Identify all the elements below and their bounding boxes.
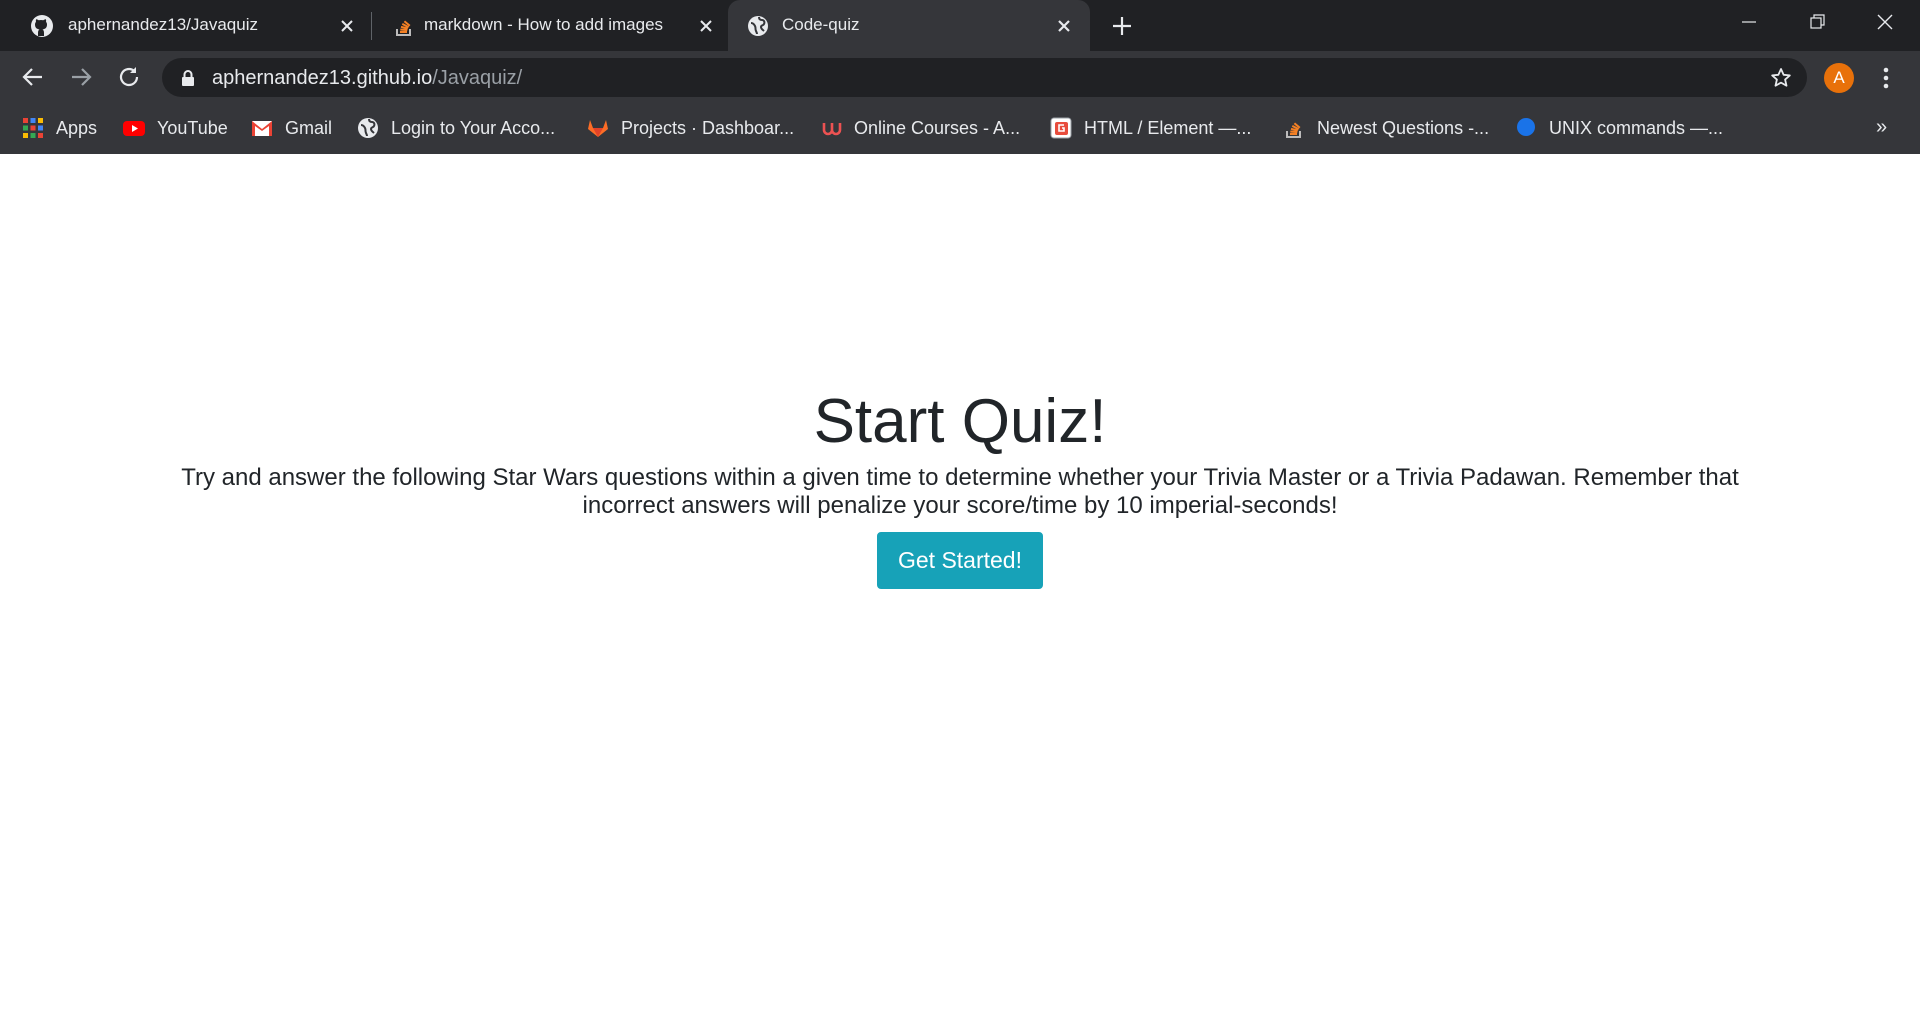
bookmark-element[interactable]: HTML / Element —... (1050, 115, 1251, 141)
bookmark-udemy[interactable]: Online Courses - A... (820, 115, 1020, 141)
bookmark-youtube[interactable]: YouTube (123, 115, 228, 141)
bookmark-label: UNIX commands —... (1549, 117, 1724, 138)
back-arrow-icon[interactable] (19, 63, 47, 91)
bookmark-label: Newest Questions -... (1317, 117, 1490, 138)
bookmark-label: Login to Your Acco... (391, 117, 556, 138)
get-started-button[interactable]: Get Started! (877, 532, 1043, 589)
udemy-icon (822, 123, 842, 136)
browser-toolbar: aphernandez13.github.io/Javaquiz/ A (0, 51, 1920, 103)
close-icon[interactable] (335, 14, 359, 38)
address-bar[interactable]: aphernandez13.github.io/Javaquiz/ (162, 58, 1807, 97)
minimize-icon[interactable] (1734, 9, 1764, 35)
page-content: Start Quiz! Try and answer the following… (0, 154, 1920, 1020)
gmail-icon (252, 121, 272, 136)
restore-icon[interactable] (1802, 9, 1832, 35)
close-icon[interactable] (1052, 14, 1076, 38)
bookmark-login[interactable]: Login to Your Acco... (357, 115, 555, 141)
window-close-icon[interactable] (1870, 9, 1900, 35)
stackoverflow-icon (396, 20, 411, 36)
bookmark-label: Online Courses - A... (854, 117, 1021, 138)
page-title: Start Quiz! (813, 387, 1107, 456)
bookmark-gitlab[interactable]: Projects · Dashboar... (587, 115, 794, 141)
tab-title: markdown - How to add images (424, 15, 664, 34)
tab-strip: aphernandez13/Javaquiz markdown - How to… (0, 0, 1920, 51)
tab-title: Code-quiz (782, 15, 860, 34)
bookmark-label: Gmail (285, 117, 333, 138)
bookmark-label: Apps (56, 117, 98, 138)
bookmark-star-icon[interactable] (1769, 66, 1793, 90)
stackoverflow-icon (1286, 122, 1301, 138)
tab-stackoverflow[interactable]: markdown - How to add images (372, 0, 726, 51)
apps-grid-icon (23, 118, 43, 138)
element-icon (1050, 117, 1072, 139)
url-text: aphernandez13.github.io/Javaquiz/ (212, 67, 522, 89)
tab-github[interactable]: aphernandez13/Javaquiz (0, 0, 370, 51)
quiz-description: Try and answer the following Star Wars q… (181, 464, 1739, 519)
more-menu-icon[interactable] (1874, 64, 1898, 92)
bookmark-label: HTML / Element —... (1084, 117, 1252, 138)
bookmark-apps[interactable]: Apps (22, 115, 97, 141)
bookmarks-overflow-chevron-icon[interactable]: » (1876, 116, 1896, 140)
tab-code-quiz[interactable]: Code-quiz (728, 0, 1090, 51)
bookmark-label: YouTube (157, 117, 228, 138)
tab-title: aphernandez13/Javaquiz (68, 15, 258, 34)
url-host: aphernandez13.github.io (212, 67, 433, 89)
blue-dot-icon (1517, 118, 1535, 136)
bookmark-label: Projects · Dashboar... (621, 117, 795, 138)
url-path: /Javaquiz/ (432, 67, 523, 89)
close-icon[interactable] (694, 14, 718, 38)
lock-icon (182, 70, 194, 86)
bookmark-unix[interactable]: UNIX commands —... (1515, 115, 1723, 141)
reload-icon[interactable] (115, 63, 143, 91)
new-tab-icon[interactable] (1108, 12, 1136, 40)
bookmark-gmail[interactable]: Gmail (251, 115, 332, 141)
bookmarks-bar: Apps YouTube Gmail Login to Your Acco...… (0, 103, 1920, 154)
globe-icon (748, 16, 768, 36)
github-icon (31, 15, 53, 37)
bookmark-stackoverflow[interactable]: Newest Questions -... (1283, 115, 1489, 141)
profile-avatar[interactable]: A (1824, 63, 1854, 93)
forward-arrow-icon[interactable] (67, 63, 95, 91)
youtube-icon (123, 121, 145, 136)
globe-icon (358, 118, 378, 138)
gitlab-icon (588, 120, 608, 137)
